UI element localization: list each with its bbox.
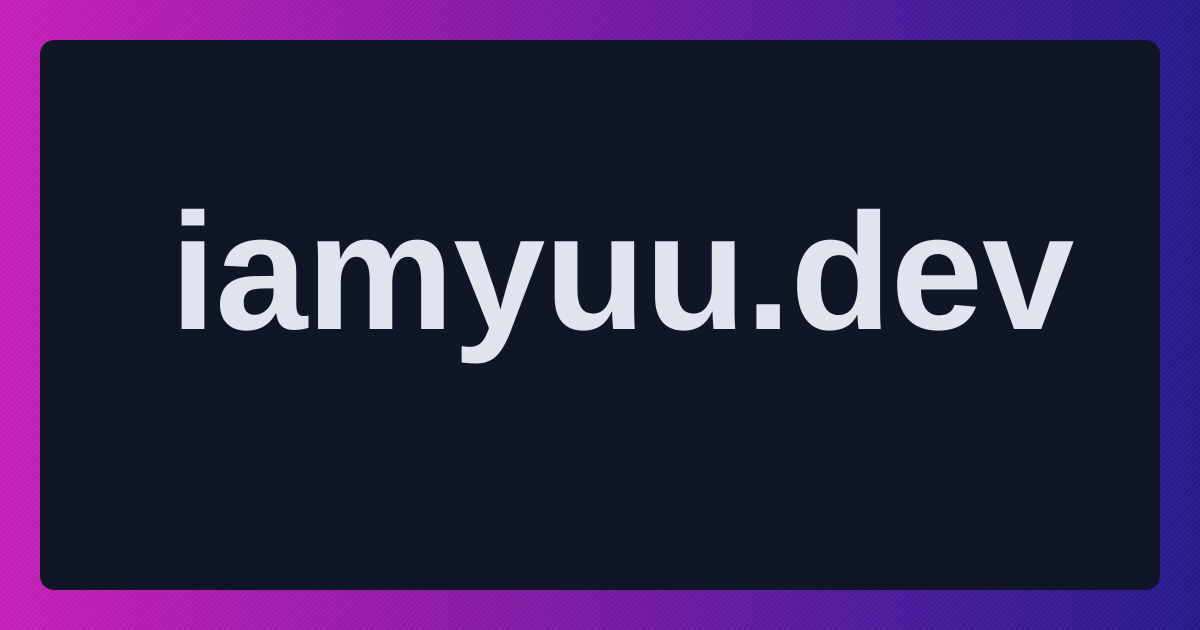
title-card: iamyuu.dev bbox=[40, 40, 1160, 590]
site-title: iamyuu.dev bbox=[170, 180, 1074, 365]
